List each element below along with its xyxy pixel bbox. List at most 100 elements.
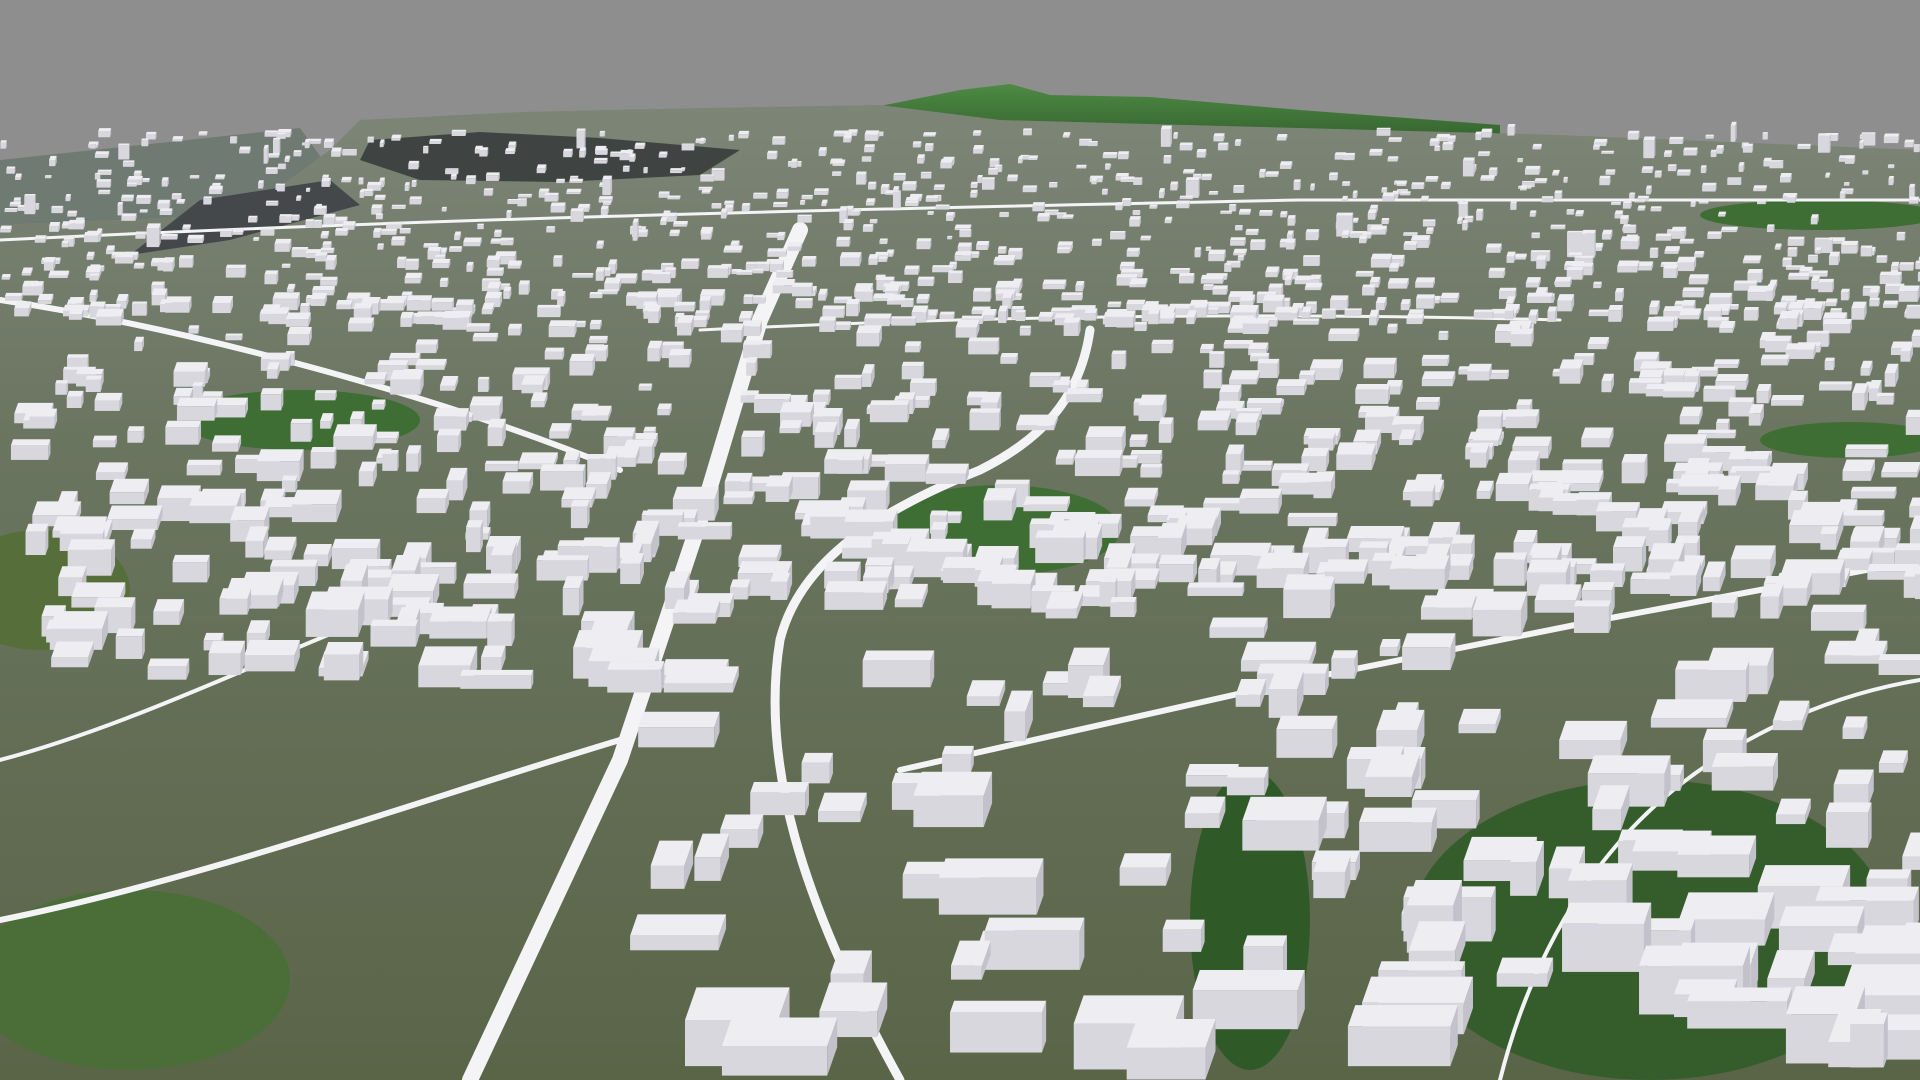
- building: [465, 175, 477, 185]
- building: [94, 151, 110, 158]
- building-side-face: [1473, 157, 1475, 177]
- building: [66, 390, 84, 408]
- building: [1062, 214, 1074, 219]
- building-roof: [313, 205, 327, 209]
- building-front-face: [569, 361, 593, 376]
- building: [165, 296, 192, 313]
- building-front-face: [1110, 232, 1125, 240]
- building: [1520, 185, 1528, 191]
- building-front-face: [1230, 240, 1245, 246]
- building: [405, 258, 420, 270]
- building-roof: [260, 227, 275, 230]
- building-front-face: [1676, 262, 1695, 272]
- building: [600, 205, 609, 216]
- building-roof: [432, 258, 451, 264]
- building-front-face: [1504, 310, 1514, 320]
- building-roof: [814, 421, 838, 433]
- building: [566, 188, 582, 195]
- building-front-face: [629, 156, 635, 162]
- building-roof: [861, 156, 872, 158]
- building-roof: [569, 353, 596, 362]
- building: [68, 219, 85, 230]
- building-roof: [14, 301, 32, 309]
- building: [1259, 168, 1266, 178]
- building-front-face: [1037, 216, 1049, 222]
- building: [1421, 354, 1450, 366]
- building-front-face: [1186, 317, 1195, 325]
- building-roof: [1194, 247, 1202, 250]
- building-roof: [1467, 363, 1492, 372]
- building-front-face: [61, 243, 69, 248]
- building-front-face: [1510, 203, 1517, 210]
- building-roof: [1669, 136, 1684, 140]
- building: [141, 138, 149, 147]
- building-front-face: [290, 423, 311, 442]
- building: [212, 435, 242, 452]
- building-roof: [1571, 262, 1594, 267]
- building-front-face: [198, 133, 207, 136]
- building-roof: [1416, 397, 1441, 403]
- building: [530, 392, 548, 408]
- building-roof: [1235, 407, 1262, 412]
- building: [296, 195, 302, 201]
- building-front-face: [1133, 178, 1142, 185]
- building-roof: [741, 320, 762, 327]
- building-front-face: [21, 273, 31, 276]
- building-roof: [981, 309, 997, 316]
- building: [884, 454, 930, 482]
- building: [1197, 410, 1232, 431]
- building-front-face: [431, 302, 453, 311]
- building: [1718, 475, 1741, 506]
- building-roof: [1182, 169, 1195, 173]
- building-roof: [203, 196, 212, 199]
- building-front-face: [843, 138, 851, 143]
- building-roof: [1458, 201, 1469, 204]
- building-roof: [1715, 373, 1749, 382]
- building-front-face: [314, 393, 336, 401]
- building: [589, 335, 608, 344]
- building-roof: [484, 460, 519, 465]
- building: [1434, 145, 1441, 152]
- building-roof: [1566, 209, 1575, 211]
- building: [1475, 131, 1482, 141]
- building-roof: [701, 188, 712, 193]
- building: [1495, 472, 1533, 502]
- building-front-face: [189, 176, 199, 179]
- building: [819, 316, 837, 332]
- building: [843, 218, 854, 231]
- building: [998, 305, 1009, 324]
- building-roof: [68, 219, 85, 224]
- building-roof: [1000, 353, 1019, 358]
- building-roof: [648, 305, 661, 312]
- city-3d-map-view[interactable]: [0, 0, 1920, 1080]
- building-front-face: [563, 151, 572, 158]
- building: [239, 146, 251, 154]
- building-roof: [1841, 188, 1854, 191]
- building: [1488, 167, 1498, 177]
- building: [669, 229, 681, 237]
- building-roof: [955, 319, 980, 328]
- building: [1421, 371, 1456, 387]
- building-roof: [1882, 300, 1899, 305]
- building: [1179, 195, 1194, 200]
- building: [1234, 139, 1242, 146]
- building-roof: [1271, 463, 1310, 471]
- building-roof: [1447, 135, 1456, 139]
- building: [1581, 427, 1614, 448]
- building: [1062, 132, 1071, 138]
- building-roof: [1859, 140, 1865, 143]
- building-roof: [673, 220, 688, 225]
- building-roof: [1429, 138, 1441, 142]
- building: [404, 182, 410, 191]
- building-roof: [481, 278, 501, 281]
- building-front-face: [1671, 231, 1685, 239]
- building: [1284, 275, 1293, 286]
- building-front-face: [1084, 313, 1096, 321]
- building: [1022, 185, 1038, 193]
- building-front-face: [391, 138, 401, 141]
- building-front-face: [1859, 142, 1864, 149]
- building: [996, 254, 1016, 266]
- building: [139, 209, 148, 213]
- building: [86, 251, 95, 260]
- building-roof: [741, 202, 751, 206]
